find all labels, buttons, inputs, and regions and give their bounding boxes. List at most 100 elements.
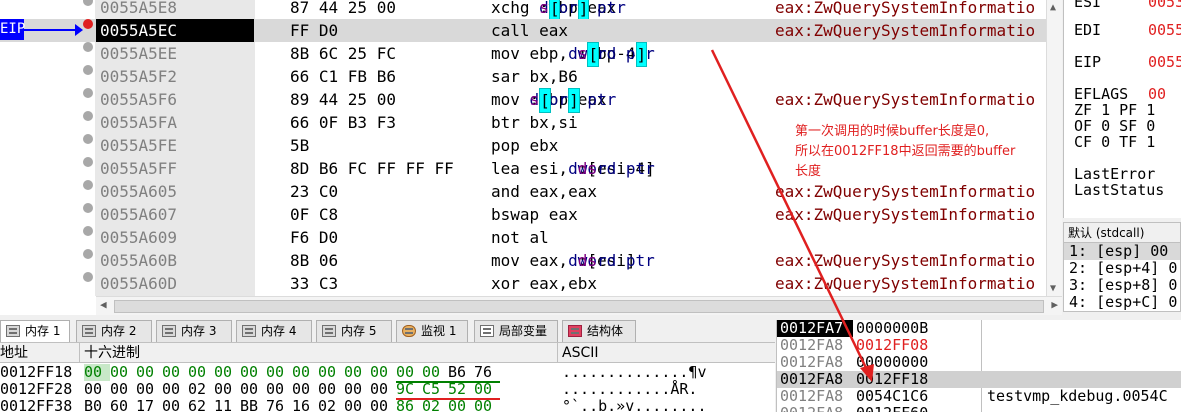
dump-hex-cell[interactable]: 00 [292, 381, 318, 398]
stack-row[interactable]: 0012FA8 0012FF18 [777, 371, 1181, 388]
flags-row-1[interactable]: ZF 1 PF 1 [1074, 102, 1155, 118]
breakpoint-slot-icon[interactable] [83, 203, 93, 213]
dump-hex-cell[interactable]: 00 [110, 381, 136, 398]
dump-hex-cell[interactable]: 00 [84, 364, 110, 381]
tab-locals[interactable]: 局部变量 [474, 320, 558, 342]
call-arg-row[interactable]: 1: [esp] 00 [1064, 243, 1180, 260]
disasm-row[interactable]: 0055A609 F6 D0 not al [0, 226, 1048, 249]
dump-hex-cell[interactable]: 60 [110, 398, 136, 412]
disasm-row[interactable]: 0055A60D 33 C3 xor eax,ebx eax:ZwQuerySyste… [0, 272, 1048, 295]
dump-hex-cell[interactable]: 02 [188, 381, 214, 398]
dump-hex-cell[interactable]: 00 [370, 398, 396, 412]
registers-panel[interactable]: ESI00533 EDI0055E EIP0055A EFLAGS00 ZF 1… [1063, 0, 1181, 218]
dump-hex-cell[interactable]: 00 [240, 364, 266, 381]
dump-hex-cell[interactable]: 00 [110, 364, 136, 381]
dump-col-hex[interactable]: 十六进制 [84, 343, 140, 363]
dump-hex-cell[interactable]: 00 [162, 398, 188, 412]
scroll-down-icon[interactable]: ▼ [1050, 283, 1056, 294]
disasm-row[interactable]: 0055A607 0F C8 bswap eax eax:ZwQuerySystemI… [0, 203, 1048, 226]
call-convention-select[interactable]: 默认 (stdcall) [1064, 223, 1180, 243]
dump-hex-cell[interactable]: 00 [474, 398, 500, 412]
dump-hex-cell[interactable]: 00 [370, 364, 396, 381]
stack-row[interactable]: 0012FA7 0000000B [777, 320, 1181, 337]
memory-dump-panel[interactable]: 地址 十六进制 ASCII 0012FF18 00 00 00 00 00 00 00 00 00… [0, 342, 775, 412]
disasm-row[interactable]: 0055A60B 8B 06 mov eax, dword ptr ds:[esi] e… [0, 249, 1048, 272]
disasm-row[interactable]: 0055A605 23 C0 and eax,eax eax:ZwQuerySyste… [0, 180, 1048, 203]
breakpoint-slot-icon[interactable] [83, 111, 93, 121]
tab-memory-3[interactable]: 内存 3 [156, 320, 232, 342]
call-arg-row[interactable]: 2: [esp+4] 0 [1064, 260, 1180, 277]
disasm-row[interactable]: 0055A5EC FF D0 call eax eax:ZwQuerySystemIn… [0, 19, 1048, 42]
dump-hex-cell[interactable]: 86 [396, 398, 422, 412]
dump-hex-cell[interactable]: B0 [84, 398, 110, 412]
dump-hex-cell[interactable]: 00 [136, 364, 162, 381]
call-arg-row[interactable]: 4: [esp+C] 0 [1064, 294, 1180, 311]
breakpoint-icon[interactable] [83, 19, 93, 29]
dump-hex-cell[interactable]: 02 [422, 398, 448, 412]
laststatus-row[interactable]: LastStatus [1074, 182, 1164, 198]
dump-hex-cell[interactable]: 02 [318, 398, 344, 412]
dump-hex-cell[interactable]: 00 [344, 381, 370, 398]
dump-hex-cell[interactable]: 00 [266, 364, 292, 381]
dump-hex-cell[interactable]: BB [240, 398, 266, 412]
dump-hex-cell[interactable]: 76 [266, 398, 292, 412]
dump-hex-cell[interactable]: 00 [292, 364, 318, 381]
call-arg-row[interactable]: 3: [esp+8] 0 [1064, 277, 1180, 294]
lasterror-row[interactable]: LastError [1074, 166, 1155, 182]
register-row-esi[interactable]: ESI00533 [1074, 0, 1181, 10]
breakpoint-slot-icon[interactable] [83, 42, 93, 52]
breakpoint-slot-icon[interactable] [83, 88, 93, 98]
tab-struct[interactable]: 结构体 [562, 320, 636, 342]
dump-hex-cell[interactable]: 17 [136, 398, 162, 412]
disasm-row[interactable]: 0055A5F6 89 44 25 00 mov dword ptr ss:[ebp… [0, 88, 1048, 113]
breakpoint-slot-icon[interactable] [83, 157, 93, 167]
dump-hex-cell[interactable]: 00 [240, 381, 266, 398]
tab-memory-2[interactable]: 内存 2 [76, 320, 152, 342]
disasm-row[interactable]: 0055A5E8 87 44 25 00 xchg dword ptr ss:[eb… [0, 0, 1048, 21]
dump-hex-cell[interactable]: 00 [318, 364, 344, 381]
dump-hex-cell[interactable]: 00 [266, 381, 292, 398]
scroll-left-icon[interactable]: ◀ [100, 298, 107, 311]
breakpoint-slot-icon[interactable] [83, 134, 93, 144]
dump-hex-cell[interactable]: 00 [370, 381, 396, 398]
stack-row[interactable]: 0012FA8 0012FF60 [777, 405, 1181, 412]
disassembly-horizontal-scrollbar[interactable]: ◀ ▶ [96, 296, 1062, 315]
breakpoint-slot-icon[interactable] [83, 0, 93, 6]
register-row-eflags[interactable]: EFLAGS 00 [1074, 86, 1166, 102]
tab-watch-1[interactable]: 监视 1 [396, 320, 468, 342]
stack-row[interactable]: 0012FA8 00000000 [777, 354, 1181, 371]
register-row-eip[interactable]: EIP0055A [1074, 54, 1181, 70]
dump-hex-cell[interactable]: 00 [344, 364, 370, 381]
stack-row[interactable]: 0012FA8 0054C1C6 testvmp_kdebug.0054C [777, 388, 1181, 405]
breakpoint-slot-icon[interactable] [83, 249, 93, 259]
register-row-edi[interactable]: EDI0055E [1074, 22, 1181, 38]
dump-hex-cell[interactable]: 16 [292, 398, 318, 412]
dump-hex-cell[interactable]: 00 [136, 381, 162, 398]
flags-row-2[interactable]: OF 0 SF 0 [1074, 118, 1155, 134]
breakpoint-slot-icon[interactable] [83, 180, 93, 190]
flags-row-3[interactable]: CF 0 TF 1 [1074, 134, 1155, 150]
disasm-row[interactable]: 0055A5EE 8B 6C 25 FC mov ebp,dword ptr ss:… [0, 42, 1048, 67]
breakpoint-slot-icon[interactable] [83, 272, 93, 282]
tab-memory-1[interactable]: 内存 1 [0, 320, 70, 343]
call-arguments-panel[interactable]: 默认 (stdcall) 1: [esp] 00 2: [esp+4] 0 3:… [1063, 222, 1181, 312]
dump-hex-cell[interactable]: 00 [162, 364, 188, 381]
stack-view-panel[interactable]: 0012FA7 0000000B 0012FA8 0012FF08 0012FA8 000… [776, 320, 1181, 412]
dump-hex-cell[interactable]: 00 [84, 381, 110, 398]
dump-hex-cell[interactable]: 00 [214, 381, 240, 398]
tab-memory-5[interactable]: 内存 5 [316, 320, 392, 342]
dump-hex-cell[interactable]: 00 [344, 398, 370, 412]
disasm-row[interactable]: 0055A5F2 66 C1 FB B6 sar bx,B6 [0, 65, 1048, 88]
dump-hex-cell[interactable]: 62 [188, 398, 214, 412]
breakpoint-slot-icon[interactable] [83, 65, 93, 75]
dump-hex-cell[interactable]: 00 [214, 364, 240, 381]
dump-hex-cell[interactable]: 00 [448, 398, 474, 412]
scrollbar-thumb[interactable] [114, 300, 1044, 313]
scroll-up-icon[interactable]: ▲ [1050, 2, 1056, 13]
dump-hex-cell[interactable]: 00 [188, 364, 214, 381]
stack-row[interactable]: 0012FA8 0012FF08 [777, 337, 1181, 354]
breakpoint-slot-icon[interactable] [83, 226, 93, 236]
dump-hex-cell[interactable]: 00 [162, 381, 188, 398]
tab-memory-4[interactable]: 内存 4 [236, 320, 312, 342]
dump-hex-cell[interactable]: 11 [214, 398, 240, 412]
